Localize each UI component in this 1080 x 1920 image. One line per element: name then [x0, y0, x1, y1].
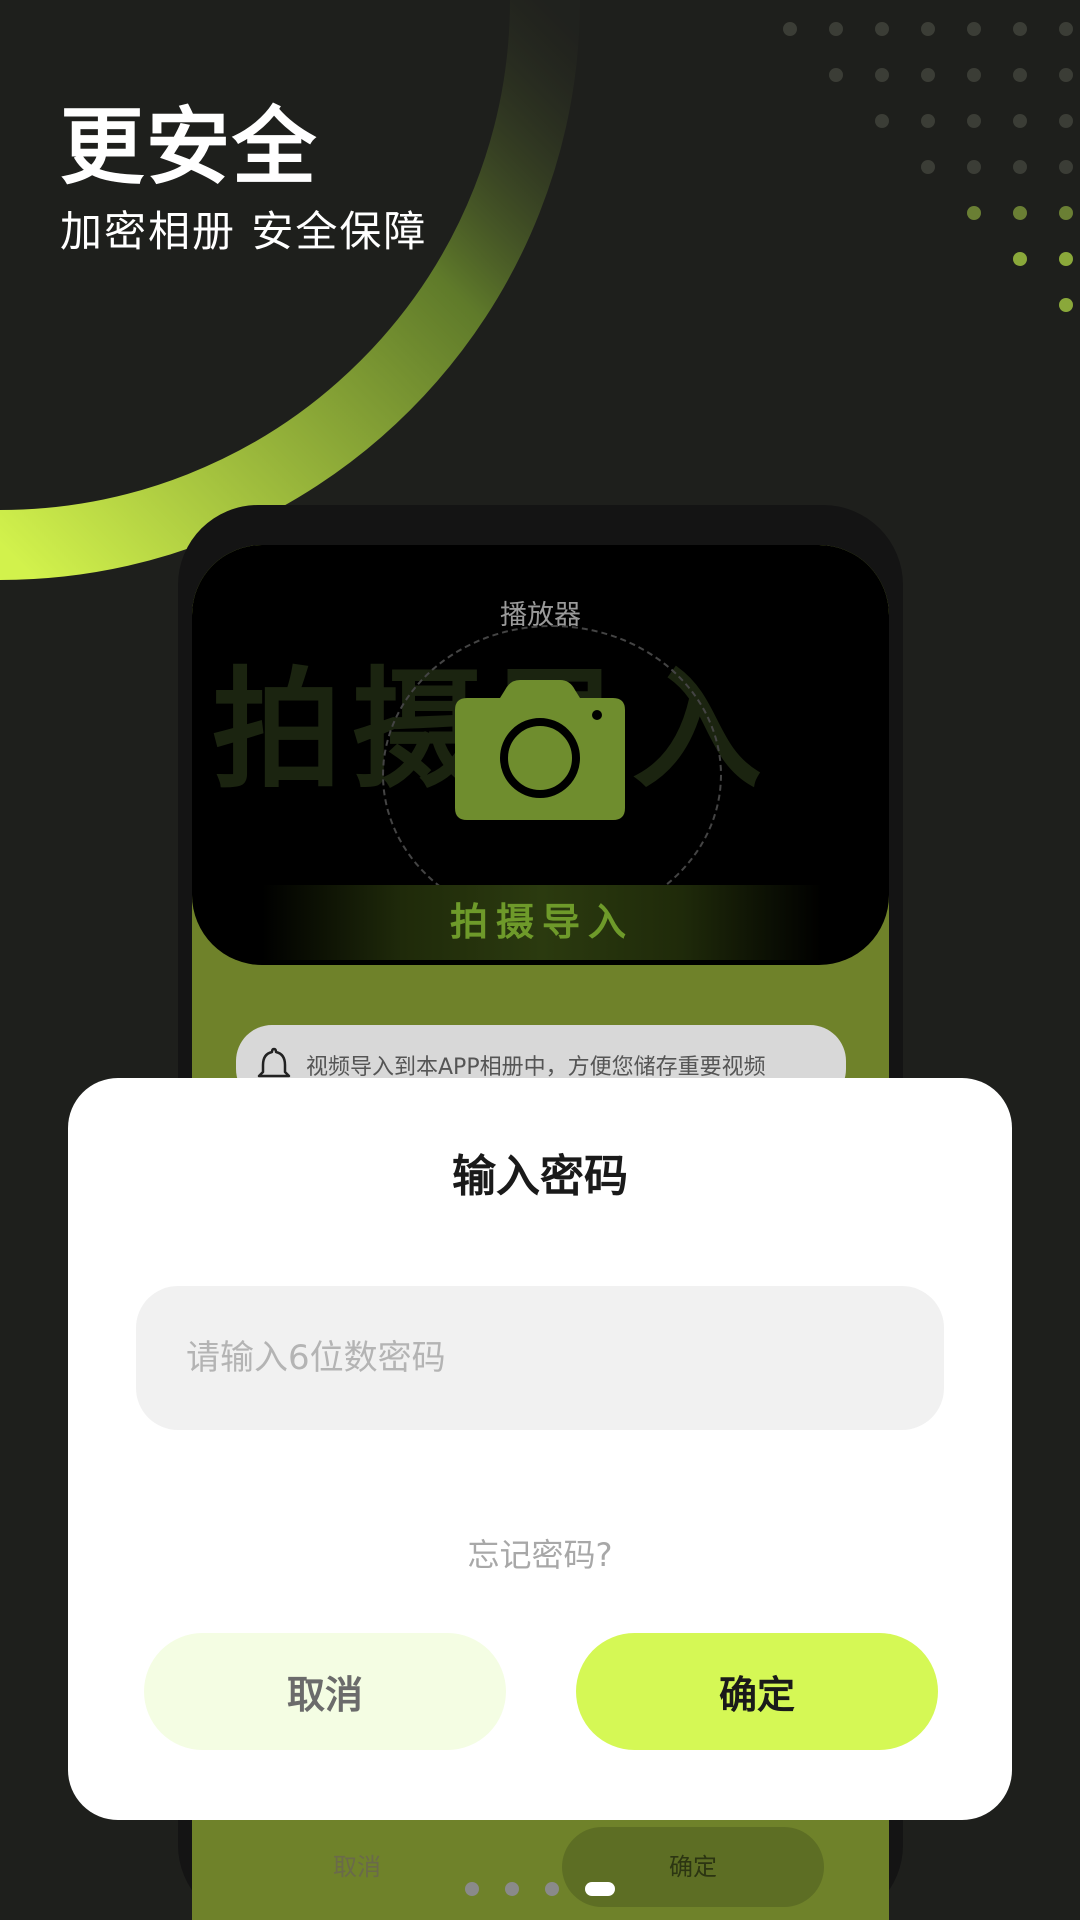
dot-grid-decoration — [783, 22, 1073, 312]
notice-text: 视频导入到本APP相册中，方便您储存重要视频 — [306, 1055, 766, 1080]
page-dot[interactable] — [505, 1882, 519, 1896]
hero-subtitle: 加密相册 安全保障 — [60, 207, 428, 256]
forgot-password-link[interactable]: 忘记密码? — [68, 1530, 1012, 1576]
player-card: 拍摄导入 播放器 拍摄导入 — [192, 545, 889, 965]
page-dot-active[interactable] — [585, 1882, 615, 1896]
page-indicator — [0, 1882, 1080, 1896]
password-input[interactable] — [136, 1286, 944, 1430]
hero-title: 更安全 — [60, 98, 319, 196]
import-label: 拍摄导入 — [262, 885, 822, 960]
confirm-button[interactable]: 确定 — [576, 1633, 938, 1750]
dialog-title: 输入密码 — [452, 1151, 628, 1202]
page-dot[interactable] — [465, 1882, 479, 1896]
camera-icon — [455, 680, 625, 820]
password-dialog: 输入密码 忘记密码? 取消 确定 — [68, 1078, 1012, 1820]
cancel-button[interactable]: 取消 — [144, 1633, 506, 1750]
page-dot[interactable] — [545, 1882, 559, 1896]
